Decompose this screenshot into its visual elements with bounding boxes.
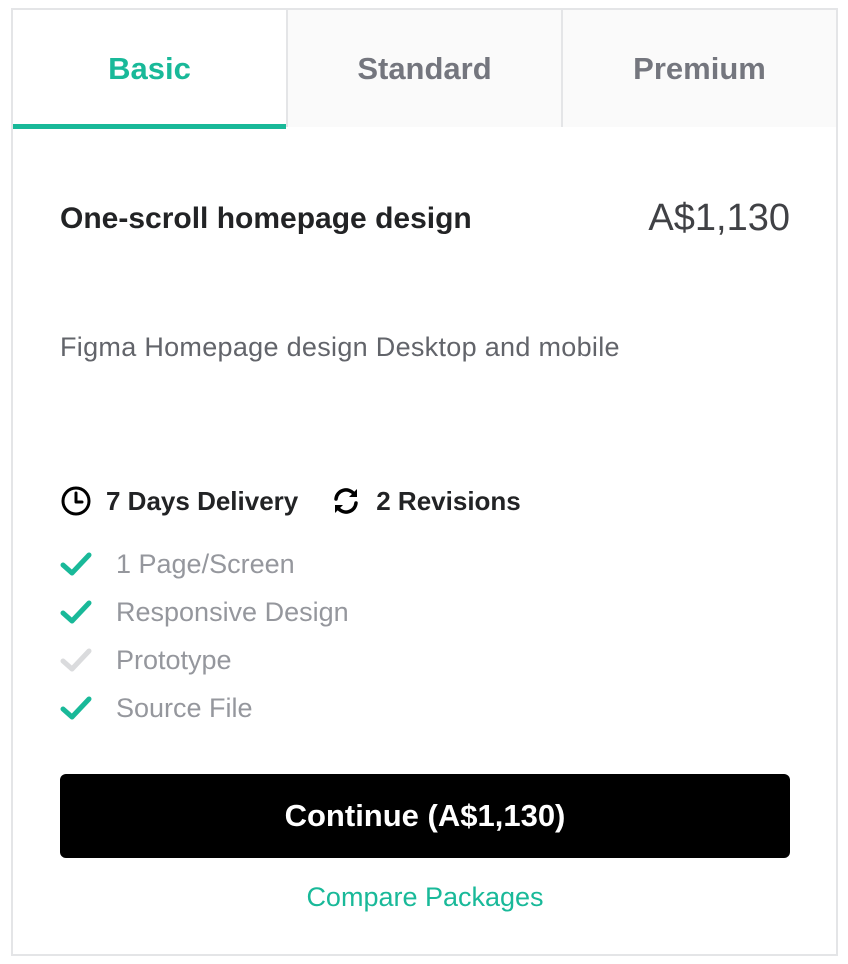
package-header: One-scroll homepage design A$1,130 xyxy=(60,197,790,240)
package-card: Basic Standard Premium One-scroll homepa… xyxy=(11,8,838,956)
feature-label: 1 Page/Screen xyxy=(116,548,295,579)
revisions-label: 2 Revisions xyxy=(376,485,521,516)
package-description: Figma Homepage design Desktop and mobile xyxy=(60,332,620,362)
check-icon xyxy=(60,600,92,624)
package-tabs: Basic Standard Premium xyxy=(13,10,836,129)
clock-icon xyxy=(61,486,91,516)
feature-label: Prototype xyxy=(116,644,232,675)
feature-list: 1 Page/Screen Responsive Design Prototype S… xyxy=(60,540,349,732)
delivery-info: 7 Days Delivery xyxy=(60,485,298,517)
feature-item: Responsive Design xyxy=(60,588,349,636)
check-icon xyxy=(60,648,92,672)
feature-label: Responsive Design xyxy=(116,596,349,627)
compare-packages-link[interactable]: Compare Packages xyxy=(60,882,790,913)
delivery-label: 7 Days Delivery xyxy=(106,485,299,516)
feature-item: Source File xyxy=(60,684,349,732)
tab-standard[interactable]: Standard xyxy=(286,10,561,127)
package-meta: 7 Days Delivery 2 Revisions xyxy=(60,485,521,517)
check-icon xyxy=(60,552,92,576)
feature-item: Prototype xyxy=(60,636,349,684)
revisions-info: 2 Revisions xyxy=(330,485,521,517)
tab-premium[interactable]: Premium xyxy=(561,10,836,127)
continue-button[interactable]: Continue (A$1,130) xyxy=(60,774,790,858)
refresh-icon xyxy=(334,488,358,514)
package-title: One-scroll homepage design xyxy=(60,201,472,235)
package-price: A$1,130 xyxy=(648,197,790,239)
check-icon xyxy=(60,696,92,720)
tab-basic[interactable]: Basic xyxy=(13,10,286,129)
feature-item: 1 Page/Screen xyxy=(60,540,349,588)
feature-label: Source File xyxy=(116,692,253,723)
